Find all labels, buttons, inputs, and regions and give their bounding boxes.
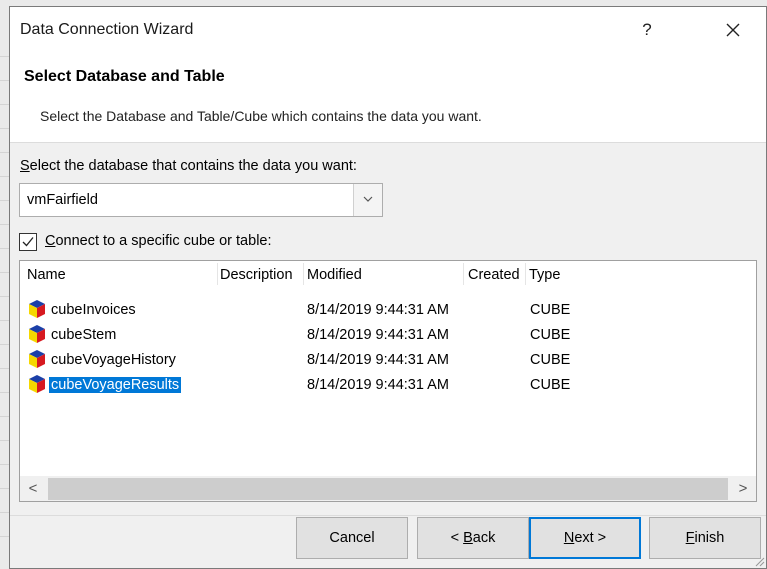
footer-divider: [10, 515, 766, 516]
row-type: CUBE: [530, 352, 571, 368]
row-name: cubeVoyageResults: [49, 377, 182, 393]
page-subtitle: Select the Database and Table/Cube which…: [40, 108, 482, 124]
close-icon: [726, 23, 740, 37]
row-modified: 8/14/2019 9:44:31 AM: [307, 327, 449, 343]
background-sheet-edge: [0, 0, 9, 569]
column-header-modified[interactable]: Modified: [307, 267, 362, 283]
next-button[interactable]: Next >: [529, 517, 641, 559]
database-label: Select the database that contains the da…: [20, 158, 357, 174]
column-header-name[interactable]: Name: [27, 267, 66, 283]
checkmark-icon: [22, 237, 34, 247]
row-modified: 8/14/2019 9:44:31 AM: [307, 377, 449, 393]
row-type: CUBE: [530, 377, 571, 393]
scroll-right-button[interactable]: >: [730, 476, 756, 501]
row-modified: 8/14/2019 9:44:31 AM: [307, 302, 449, 318]
cube-icon: [29, 325, 45, 343]
resize-grip-icon[interactable]: [753, 555, 765, 567]
row-type: CUBE: [530, 302, 571, 318]
connect-cube-label: Connect to a specific cube or table:: [45, 233, 272, 249]
row-name: cubeVoyageHistory: [51, 352, 176, 368]
help-button[interactable]: ?: [632, 15, 662, 45]
scroll-left-button[interactable]: <: [20, 476, 46, 501]
column-header-type[interactable]: Type: [529, 267, 560, 283]
chevron-down-icon: [363, 196, 373, 202]
row-name: cubeInvoices: [51, 302, 136, 318]
list-item[interactable]: cubeStem 8/14/2019 9:44:31 AM CUBE: [20, 323, 756, 348]
cube-icon: [29, 300, 45, 318]
scrollbar-thumb[interactable]: [48, 478, 728, 500]
row-name: cubeStem: [51, 327, 117, 343]
row-modified: 8/14/2019 9:44:31 AM: [307, 352, 449, 368]
finish-button[interactable]: Finish: [649, 517, 761, 559]
window-title: Data Connection Wizard: [20, 21, 194, 38]
horizontal-scrollbar[interactable]: < >: [20, 476, 756, 501]
cube-icon: [29, 350, 45, 368]
column-header-description[interactable]: Description: [220, 267, 293, 283]
list-item[interactable]: cubeInvoices 8/14/2019 9:44:31 AM CUBE: [20, 298, 756, 323]
back-button[interactable]: < Back: [417, 517, 529, 559]
list-header: Name Description Modified Created Type: [20, 261, 756, 287]
page-title: Select Database and Table: [24, 68, 225, 85]
cube-table-list[interactable]: Name Description Modified Created Type c…: [19, 260, 757, 502]
column-header-created[interactable]: Created: [468, 267, 520, 283]
row-type: CUBE: [530, 327, 571, 343]
close-button[interactable]: [718, 15, 748, 45]
database-dropdown[interactable]: vmFairfield: [19, 183, 383, 217]
connect-cube-checkbox[interactable]: [19, 233, 37, 251]
database-selected-value: vmFairfield: [27, 192, 98, 208]
title-bar: Data Connection Wizard ?: [10, 7, 766, 55]
data-connection-wizard-dialog: Data Connection Wizard ? Select Database…: [9, 6, 767, 569]
list-item-selected[interactable]: cubeVoyageResults 8/14/2019 9:44:31 AM C…: [20, 373, 756, 398]
dropdown-button[interactable]: [353, 184, 382, 216]
cancel-button[interactable]: Cancel: [296, 517, 408, 559]
cube-icon: [29, 375, 45, 393]
wizard-header: Select Database and Table Select the Dat…: [10, 55, 766, 143]
list-item[interactable]: cubeVoyageHistory 8/14/2019 9:44:31 AM C…: [20, 348, 756, 373]
